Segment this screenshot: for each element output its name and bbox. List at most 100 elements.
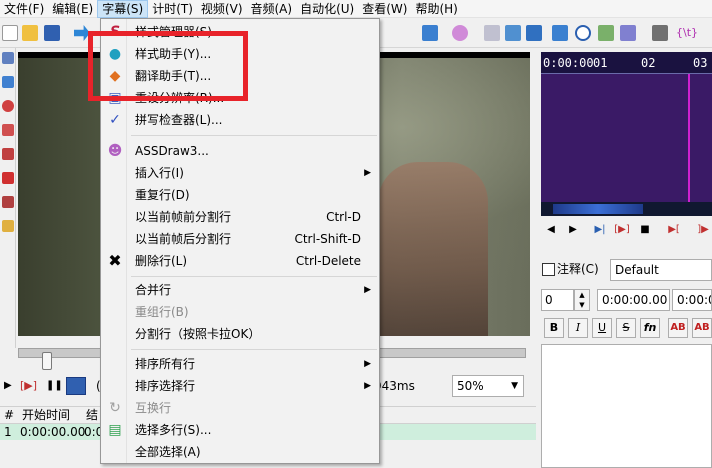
- menu-view[interactable]: 查看(W): [358, 0, 411, 18]
- submenu-arrow-icon: ▶: [364, 285, 371, 295]
- tag-icon[interactable]: {\t}: [676, 25, 698, 41]
- row-number: 1: [4, 425, 12, 439]
- menu-item-spell-checker[interactable]: ✓ 拼写检查器(L)...: [101, 109, 379, 131]
- open-file-icon[interactable]: [22, 25, 38, 41]
- underline-button[interactable]: U: [592, 318, 612, 338]
- menu-item-split-karaoke[interactable]: 分割行（按照卡拉OK）: [101, 323, 379, 345]
- menu-item-recombine-lines: 重组行(B): [101, 301, 379, 323]
- menu-item-label: 重组行(B): [135, 305, 189, 319]
- drag-tool-icon[interactable]: [2, 76, 14, 88]
- timing-shift-icon[interactable]: [526, 25, 542, 41]
- menu-item-label: ASSDraw3...: [135, 144, 209, 158]
- video-time-field[interactable]: 943ms: [372, 376, 450, 396]
- menu-item-label: 排序选择行: [135, 379, 196, 393]
- new-file-icon[interactable]: [2, 25, 18, 41]
- menu-help[interactable]: 帮助(H): [411, 0, 461, 18]
- options-icon[interactable]: [652, 25, 668, 41]
- menu-edit[interactable]: 编辑(E): [48, 0, 97, 18]
- menu-item-insert-lines[interactable]: 插入行(I) ▶: [101, 162, 379, 184]
- timing-start-icon[interactable]: [484, 25, 500, 41]
- menu-item-shortcut: Ctrl-Delete: [295, 254, 361, 268]
- automation-icon[interactable]: [422, 25, 438, 41]
- audio-prev-icon[interactable]: ◀: [544, 224, 558, 236]
- end-time-field[interactable]: 0:00:05: [672, 289, 712, 311]
- pause-icon[interactable]: ❚❚: [46, 376, 63, 396]
- menu-item-label: 以当前帧后分割行: [135, 232, 232, 246]
- menu-item-delete-lines[interactable]: ✖ 删除行(L) Ctrl-Delete: [101, 250, 379, 272]
- bold-button[interactable]: B: [544, 318, 564, 338]
- comment-checkbox[interactable]: [542, 263, 555, 276]
- grid-header-start[interactable]: 开始时间: [22, 407, 70, 423]
- video-zoom-select[interactable]: 50% ▼: [452, 375, 524, 397]
- rotate-z-tool-icon[interactable]: [2, 100, 14, 112]
- autoscroll-icon[interactable]: [66, 377, 86, 395]
- layer-spinner[interactable]: ▲ ▼: [574, 289, 590, 311]
- audio-next-icon[interactable]: ▶: [566, 224, 580, 236]
- menu-subtitle[interactable]: 字幕(S): [97, 0, 149, 18]
- primary-color-button[interactable]: AB: [668, 318, 688, 338]
- menu-item-duplicate-lines[interactable]: 重复行(D): [101, 184, 379, 206]
- start-time-field[interactable]: 0:00:00.00: [597, 289, 670, 311]
- save-icon[interactable]: [44, 25, 60, 41]
- select-lines-icon: ▤: [108, 422, 122, 438]
- menu-item-split-before[interactable]: 以当前帧前分割行 Ctrl-D: [101, 206, 379, 228]
- style-select[interactable]: Default: [610, 259, 712, 281]
- audio-scroll-thumb[interactable]: [553, 204, 643, 214]
- kanji-timer-icon[interactable]: [598, 25, 614, 41]
- menu-file[interactable]: 文件(F): [0, 0, 48, 18]
- menu-item-select-all[interactable]: 全部选择(A): [101, 441, 379, 463]
- italic-button[interactable]: I: [568, 318, 588, 338]
- highlight-annotation: [88, 31, 248, 101]
- grid-header-end[interactable]: 结: [86, 407, 98, 423]
- secondary-color-button[interactable]: AB: [692, 318, 712, 338]
- menu-item-shortcut: Ctrl-D: [326, 210, 361, 224]
- menu-item-assdraw[interactable]: ☻ ASSDraw3...: [101, 140, 379, 162]
- timing-snap-icon[interactable]: [505, 25, 521, 41]
- menu-separator: [131, 349, 377, 350]
- video-jump-icon[interactable]: [552, 25, 568, 41]
- audio-display[interactable]: 0:00:00 01 02 03: [541, 52, 712, 202]
- video-seek-thumb[interactable]: [42, 352, 52, 370]
- delete-icon: ✖: [108, 251, 122, 270]
- menu-item-label: 以当前帧前分割行: [135, 210, 232, 224]
- spell-check-icon[interactable]: [620, 25, 636, 41]
- menu-audio[interactable]: 音频(A): [247, 0, 297, 18]
- audio-play-line-icon[interactable]: [▶]: [614, 224, 630, 236]
- style-select-value: Default: [615, 263, 659, 277]
- menu-item-label: 删除行(L): [135, 254, 188, 268]
- audio-play-before-icon[interactable]: ▶[: [664, 224, 684, 236]
- menu-item-split-after[interactable]: 以当前帧后分割行 Ctrl-Shift-D: [101, 228, 379, 250]
- play-icon[interactable]: ▶: [4, 376, 12, 396]
- layer-field[interactable]: 0: [541, 289, 574, 311]
- menu-timing[interactable]: 计时(T): [148, 0, 197, 18]
- menu-separator: [131, 135, 377, 136]
- strikeout-button[interactable]: S: [616, 318, 636, 338]
- play-line-icon[interactable]: [▶]: [20, 376, 37, 396]
- swap-icon: ↻: [109, 400, 121, 416]
- menu-item-sort-selected[interactable]: 排序选择行 ▶: [101, 375, 379, 397]
- rotate-xy-tool-icon[interactable]: [2, 124, 14, 136]
- audio-play-selection-icon[interactable]: ▶|: [590, 224, 610, 236]
- mask-tool-icon[interactable]: [2, 220, 14, 232]
- menu-item-sort-all[interactable]: 排序所有行 ▶: [101, 353, 379, 375]
- audio-play-after-icon[interactable]: ]▶: [694, 224, 712, 236]
- menu-item-join-lines[interactable]: 合并行 ▶: [101, 279, 379, 301]
- menu-item-label: 分割行（按照卡拉OK）: [135, 327, 261, 341]
- audio-stop-icon[interactable]: ■: [638, 224, 652, 236]
- menu-separator: [131, 276, 377, 277]
- subtitle-text-area[interactable]: [541, 344, 712, 468]
- assdraw-icon: ☻: [107, 143, 123, 159]
- grid-header-number[interactable]: #: [4, 407, 14, 423]
- menu-video[interactable]: 视频(V): [197, 0, 247, 18]
- visual-tools-toolbar: [0, 48, 16, 348]
- clock-icon[interactable]: [575, 25, 591, 41]
- clip-tool-icon[interactable]: [2, 172, 14, 184]
- menu-item-select-lines[interactable]: ▤ 选择多行(S)...: [101, 419, 379, 441]
- standard-tool-icon[interactable]: [2, 52, 14, 64]
- ruler-label: 03: [693, 56, 708, 70]
- vector-clip-tool-icon[interactable]: [2, 196, 14, 208]
- font-button[interactable]: fn: [640, 318, 660, 338]
- assdraw-icon[interactable]: [452, 25, 468, 41]
- scale-tool-icon[interactable]: [2, 148, 14, 160]
- menu-automation[interactable]: 自动化(U): [296, 0, 358, 18]
